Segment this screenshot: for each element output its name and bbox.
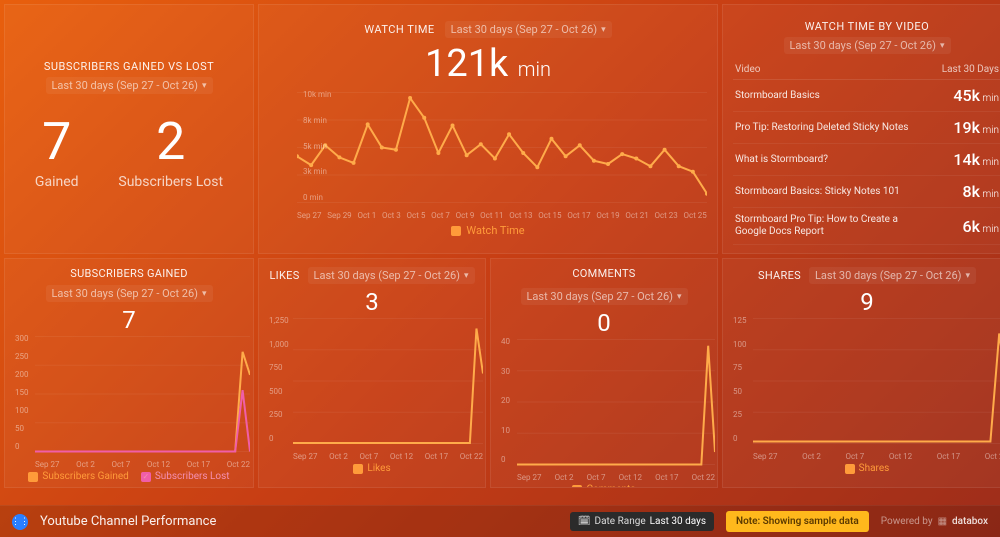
video-name: Stormboard Basics: Sticky Notes 101 — [735, 186, 900, 198]
chevron-down-icon: ▾ — [940, 41, 945, 51]
date-range-select[interactable]: Last 30 days (Sep 27 - Oct 26) ▾ — [445, 21, 612, 38]
legend: ✓Comments — [499, 484, 709, 488]
legend: ✓Subscribers Gained ✓Subscribers Lost — [13, 471, 245, 482]
app-logo-icon: ⋮⋮ — [12, 514, 28, 530]
table-row[interactable]: What is Stormboard? 14k min — [733, 144, 1000, 176]
likes-value: 3 — [267, 288, 477, 316]
col-header-value: Last 30 Days — [942, 64, 999, 75]
panel-watch-time: WATCH TIME Last 30 days (Sep 27 - Oct 26… — [258, 4, 718, 254]
video-value: 45k min — [953, 86, 999, 105]
legend: ✓Likes — [267, 463, 477, 474]
date-range-button[interactable]: 🗓 Date Range Last 30 days — [570, 512, 714, 531]
shares-chart: 1251007550250 Sep 27Oct 2Oct 7Oct 12Oct … — [753, 316, 1000, 461]
video-name: Stormboard Pro Tip: How to Create a Goog… — [735, 214, 915, 238]
video-value: 14k min — [953, 150, 999, 169]
date-range-select[interactable]: Last 30 days (Sep 27 - Oct 26) ▾ — [784, 37, 951, 54]
panel-title: WATCH TIME — [364, 23, 434, 36]
watch-time-legend: ✓ Watch Time — [269, 224, 707, 237]
video-value: 6k min — [963, 251, 1000, 254]
video-value: 6k min — [963, 217, 1000, 236]
databox-logo-icon: ▦ — [938, 516, 947, 527]
video-name: What is Stormboard? — [735, 154, 828, 166]
panel-title: SUBSCRIBERS GAINED VS LOST — [44, 60, 214, 73]
x-axis-labels: Sep 27Sep 29Oct 1Oct 3Oct 5Oct 7Oct 9Oct… — [297, 211, 707, 220]
video-table-body: Stormboard Basics 45k minPro Tip: Restor… — [733, 80, 1000, 254]
panel-title: SHARES — [758, 269, 801, 282]
watch-time-chart: 10k min8k min5k min3k min0 min Sep 27Sep… — [297, 90, 707, 220]
legend-checkbox-icon: ✓ — [353, 464, 363, 474]
panel-subscribers-gained-vs-lost: SUBSCRIBERS GAINED VS LOST Last 30 days … — [4, 4, 254, 254]
panel-subscribers-gained: SUBSCRIBERS GAINED Last 30 days (Sep 27 … — [4, 258, 254, 488]
date-range-select[interactable]: Last 30 days (Sep 27 - Oct 26) ▾ — [308, 267, 475, 284]
date-range-select[interactable]: Last 30 days (Sep 27 - Oct 26) ▾ — [46, 77, 213, 94]
sample-data-note: Note: Showing sample data — [726, 511, 869, 532]
legend-checkbox-icon: ✓ — [28, 472, 38, 482]
subscribers-gained-value: 7 — [13, 306, 245, 334]
calendar-icon: 🗓 — [578, 516, 591, 527]
dashboard-title: Youtube Channel Performance — [40, 514, 216, 529]
legend-checkbox-icon: ✓ — [845, 464, 855, 474]
video-name: Stormboard Basics — [735, 90, 820, 102]
subscribers-gained-chart: 300250200150100500 Sep 27Oct 2Oct 7Oct 1… — [35, 334, 245, 469]
date-range-select[interactable]: Last 30 days (Sep 27 - Oct 26) ▾ — [809, 267, 976, 284]
chevron-down-icon: ▾ — [965, 271, 970, 281]
panel-title: LIKES — [269, 269, 299, 282]
gained-metric: 7 Gained — [35, 116, 79, 190]
legend-checkbox-icon: ✓ — [141, 472, 151, 482]
panel-title: WATCH TIME BY VIDEO — [805, 20, 930, 33]
comments-value: 0 — [499, 309, 709, 337]
panel-title: COMMENTS — [572, 267, 635, 280]
date-range-select[interactable]: Last 30 days (Sep 27 - Oct 26) ▾ — [521, 288, 688, 305]
shares-value: 9 — [731, 288, 1000, 316]
likes-chart: 1,2501,0007505002500 Sep 27Oct 2Oct 7Oct… — [293, 316, 477, 461]
legend-checkbox-icon: ✓ — [451, 226, 461, 236]
chevron-down-icon: ▾ — [677, 292, 682, 302]
table-row[interactable]: Stormboard Basics: Templates 101 6k min — [733, 245, 1000, 254]
table-row[interactable]: Stormboard Basics: Sticky Notes 101 8k m… — [733, 176, 1000, 208]
video-value: 19k min — [953, 118, 999, 137]
footer-bar: ⋮⋮ Youtube Channel Performance 🗓 Date Ra… — [0, 505, 1000, 537]
date-range-select[interactable]: Last 30 days (Sep 27 - Oct 26) ▾ — [46, 285, 213, 302]
panel-likes: LIKES Last 30 days (Sep 27 - Oct 26) ▾ 3… — [258, 258, 486, 488]
y-axis-labels: 10k min8k min5k min3k min0 min — [303, 90, 331, 202]
legend-checkbox-icon: ✓ — [572, 485, 582, 489]
col-header-video: Video — [735, 64, 760, 75]
chevron-down-icon: ▾ — [202, 289, 207, 299]
video-value: 8k min — [963, 182, 1000, 201]
panel-comments: COMMENTS Last 30 days (Sep 27 - Oct 26) … — [490, 258, 718, 488]
panel-title: SUBSCRIBERS GAINED — [70, 267, 188, 280]
panel-shares: SHARES Last 30 days (Sep 27 - Oct 26) ▾ … — [722, 258, 1000, 488]
chevron-down-icon: ▾ — [464, 271, 469, 281]
panel-watch-time-by-video: WATCH TIME BY VIDEO Last 30 days (Sep 27… — [722, 4, 1000, 254]
comments-chart: 403020100 Sep 27Oct 2Oct 7Oct 12Oct 17Oc… — [517, 337, 709, 482]
video-name: Pro Tip: Restoring Deleted Sticky Notes — [735, 122, 908, 134]
lost-metric: 2 Subscribers Lost — [118, 116, 223, 190]
table-row[interactable]: Stormboard Pro Tip: How to Create a Goog… — [733, 208, 1000, 245]
watch-time-value: 121k min — [269, 42, 707, 86]
legend: ✓Shares — [731, 463, 1000, 474]
table-row[interactable]: Pro Tip: Restoring Deleted Sticky Notes … — [733, 112, 1000, 144]
chevron-down-icon: ▾ — [601, 25, 606, 35]
powered-by: Powered by ▦ databox — [881, 516, 988, 527]
table-row[interactable]: Stormboard Basics 45k min — [733, 80, 1000, 112]
chevron-down-icon: ▾ — [202, 81, 207, 91]
